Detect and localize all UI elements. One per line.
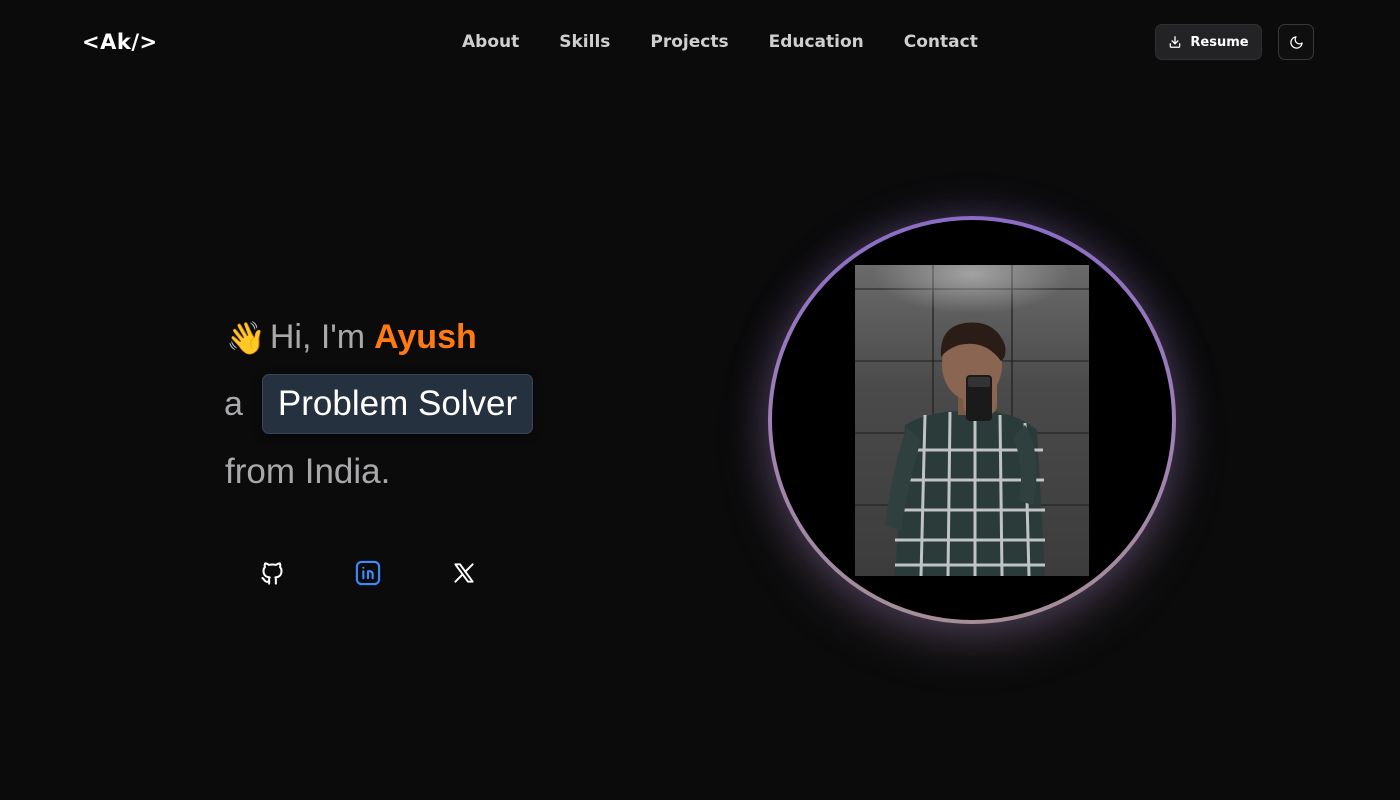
hero-prefix: a — [224, 384, 243, 423]
nav-projects[interactable]: Projects — [650, 31, 728, 53]
x-link[interactable] — [449, 558, 479, 588]
linkedin-icon — [355, 560, 381, 586]
hero-role-line: a Problem Solver — [224, 374, 534, 434]
nav-education[interactable]: Education — [769, 31, 864, 53]
nav-about[interactable]: About — [462, 31, 519, 53]
site-logo[interactable]: <Ak/> — [82, 30, 158, 54]
resume-label: Resume — [1190, 34, 1249, 50]
portfolio-page: <Ak/> About Skills Projects Education Co… — [0, 0, 1400, 800]
theme-toggle-button[interactable] — [1278, 24, 1314, 60]
github-link[interactable] — [257, 558, 287, 588]
avatar-ring — [768, 216, 1176, 624]
avatar-frame — [772, 220, 1172, 620]
role-badge: Problem Solver — [261, 374, 534, 434]
main-nav: About Skills Projects Education Contact — [462, 31, 1018, 53]
nav-contact[interactable]: Contact — [904, 31, 978, 53]
profile-photo — [855, 265, 1089, 577]
hero-location: from India. — [225, 452, 391, 491]
hero-greeting: Hi, I'm — [269, 318, 366, 356]
x-icon — [454, 563, 474, 583]
github-icon — [260, 561, 283, 585]
resume-button[interactable]: Resume — [1155, 24, 1262, 60]
linkedin-link[interactable] — [353, 558, 383, 588]
download-icon — [1170, 36, 1181, 48]
hero-name: Ayush — [374, 318, 477, 356]
moon-icon — [1289, 35, 1303, 49]
person-figure — [885, 322, 1045, 577]
hero-greeting-line: 👋 Hi, I'm Ayush — [226, 318, 477, 357]
wave-icon: 👋 — [226, 319, 266, 356]
nav-skills[interactable]: Skills — [559, 31, 610, 53]
